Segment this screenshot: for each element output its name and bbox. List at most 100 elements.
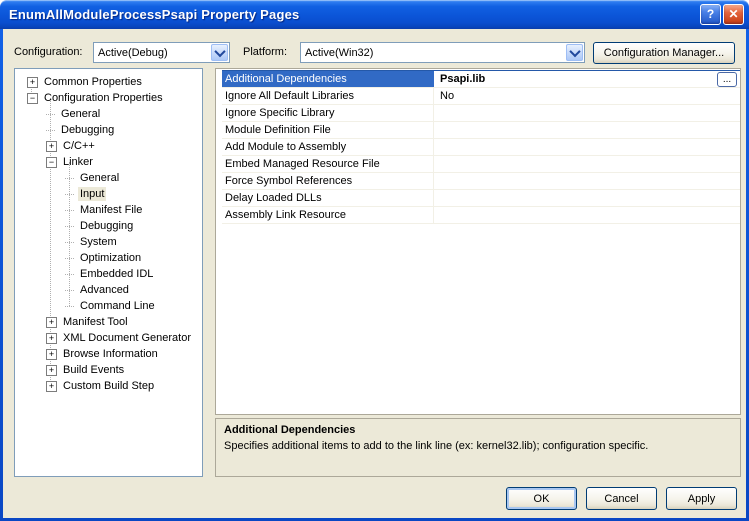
tree-expand-plus-icon[interactable]: + xyxy=(46,348,57,360)
ellipsis-button[interactable]: ... xyxy=(717,72,737,87)
dialog-client-area: Configuration: Active(Debug) Platform: A… xyxy=(3,29,746,518)
tree-item-embedded-idl[interactable]: Embedded IDL xyxy=(15,266,202,282)
property-value[interactable] xyxy=(434,173,740,189)
platform-dropdown[interactable]: Active(Win32) xyxy=(300,42,585,63)
tree-expand-plus-icon[interactable]: + xyxy=(46,380,57,392)
tree-item-advanced[interactable]: Advanced xyxy=(15,282,202,298)
tree-item-optimization[interactable]: Optimization xyxy=(15,250,202,266)
tree-item-label: Configuration Properties xyxy=(44,92,163,104)
tree-item-label: Custom Build Step xyxy=(63,380,155,392)
configuration-manager-button[interactable]: Configuration Manager... xyxy=(593,42,735,64)
property-row-embed-managed-resource-file[interactable]: Embed Managed Resource File xyxy=(222,156,740,173)
property-name: Ignore All Default Libraries xyxy=(222,88,434,104)
property-row-ignore-specific-library[interactable]: Ignore Specific Library xyxy=(222,105,740,122)
property-name: Assembly Link Resource xyxy=(222,207,434,223)
chevron-down-icon[interactable] xyxy=(211,44,228,61)
tree-item-label: General xyxy=(61,108,101,120)
property-value[interactable] xyxy=(434,190,740,206)
tree-item-general[interactable]: General xyxy=(15,170,202,186)
tree-item-xml-document-generator[interactable]: + XML Document Generator xyxy=(15,330,202,346)
property-name: Force Symbol References xyxy=(222,173,434,189)
chevron-down-icon[interactable] xyxy=(566,44,583,61)
tree-item-debugging[interactable]: Debugging xyxy=(15,218,202,234)
property-value[interactable] xyxy=(434,122,740,138)
property-row-force-symbol-references[interactable]: Force Symbol References xyxy=(222,173,740,190)
tree-view[interactable]: + Common Properties − Configuration Propert… xyxy=(14,68,203,477)
tree-item-command-line[interactable]: Command Line xyxy=(15,298,202,314)
tree-expand-plus-icon[interactable]: + xyxy=(27,76,38,88)
tree-item-c-c[interactable]: + C/C++ xyxy=(15,138,202,154)
tree-item-label: Advanced xyxy=(80,284,129,296)
platform-label: Platform: xyxy=(243,46,288,58)
tree-item-label: Linker xyxy=(63,156,93,168)
tree-connector xyxy=(65,305,74,307)
tree-expand-plus-icon[interactable]: + xyxy=(46,140,57,152)
configuration-dropdown-value: Active(Debug) xyxy=(98,46,168,59)
tree-expand-plus-icon[interactable]: + xyxy=(46,332,57,344)
apply-button[interactable]: Apply xyxy=(666,487,737,510)
tree-item-browse-information[interactable]: + Browse Information xyxy=(15,346,202,362)
cancel-button[interactable]: Cancel xyxy=(586,487,657,510)
tree-item-label: Common Properties xyxy=(44,76,142,88)
ok-button[interactable]: OK xyxy=(506,487,577,510)
tree-connector xyxy=(65,193,74,195)
tree-expand-plus-icon[interactable]: + xyxy=(46,364,57,376)
tree-connector xyxy=(65,241,74,243)
tree-item-label: C/C++ xyxy=(63,140,95,152)
property-value[interactable] xyxy=(434,105,740,121)
tree-collapse-minus-icon[interactable]: − xyxy=(46,156,57,168)
property-name: Delay Loaded DLLs xyxy=(222,190,434,206)
tree-item-common-properties[interactable]: + Common Properties xyxy=(15,74,202,90)
property-row-delay-loaded-dlls[interactable]: Delay Loaded DLLs xyxy=(222,190,740,207)
tree-connector xyxy=(65,225,74,227)
tree-item-label: System xyxy=(80,236,117,248)
property-name: Additional Dependencies xyxy=(222,71,434,87)
property-value[interactable]: No xyxy=(434,88,740,104)
tree-item-label: Build Events xyxy=(63,364,125,376)
tree-item-label: Debugging xyxy=(80,220,134,232)
tree-item-linker[interactable]: − Linker xyxy=(15,154,202,170)
tree-item-system[interactable]: System xyxy=(15,234,202,250)
tree-connector xyxy=(65,257,74,259)
tree-item-label: XML Document Generator xyxy=(63,332,191,344)
tree-item-manifest-tool[interactable]: + Manifest Tool xyxy=(15,314,202,330)
property-grid[interactable]: Additional Dependencies Psapi.lib... Ignor… xyxy=(215,68,741,415)
tree-item-general[interactable]: General xyxy=(15,106,202,122)
tree-expand-plus-icon[interactable]: + xyxy=(46,316,57,328)
close-button[interactable]: ✕ xyxy=(723,4,744,25)
property-row-ignore-all-default-libraries[interactable]: Ignore All Default Libraries No xyxy=(222,88,740,105)
tree-item-custom-build-step[interactable]: + Custom Build Step xyxy=(15,378,202,394)
property-value[interactable]: Psapi.lib xyxy=(434,71,740,87)
tree-item-build-events[interactable]: + Build Events xyxy=(15,362,202,378)
tree-connector xyxy=(46,129,55,131)
property-row-module-definition-file[interactable]: Module Definition File xyxy=(222,122,740,139)
platform-dropdown-value: Active(Win32) xyxy=(305,46,374,59)
configuration-label: Configuration: xyxy=(14,46,83,58)
property-value[interactable] xyxy=(434,139,740,155)
tree-item-input[interactable]: Input xyxy=(15,186,202,202)
help-button[interactable]: ? xyxy=(700,4,721,25)
tree-item-label: Debugging xyxy=(61,124,115,136)
chevron-glyph xyxy=(213,45,226,57)
tree-item-label: Input xyxy=(78,187,107,201)
configuration-dropdown[interactable]: Active(Debug) xyxy=(93,42,230,63)
property-row-assembly-link-resource[interactable]: Assembly Link Resource xyxy=(222,207,740,224)
property-row-add-module-to-assembly[interactable]: Add Module to Assembly xyxy=(222,139,740,156)
tree-item-debugging[interactable]: Debugging xyxy=(15,122,202,138)
property-value[interactable] xyxy=(434,156,740,172)
property-row-additional-dependencies[interactable]: Additional Dependencies Psapi.lib... xyxy=(222,70,740,88)
titlebar[interactable]: EnumAllModuleProcessPsapi Property Pages… xyxy=(0,0,749,29)
tree-collapse-minus-icon[interactable]: − xyxy=(27,92,38,104)
property-name: Add Module to Assembly xyxy=(222,139,434,155)
close-icon: ✕ xyxy=(728,7,739,21)
tree-item-manifest-file[interactable]: Manifest File xyxy=(15,202,202,218)
property-value[interactable] xyxy=(434,207,740,223)
tree-item-configuration-properties[interactable]: − Configuration Properties xyxy=(15,90,202,106)
tree-item-label: Manifest File xyxy=(80,204,143,216)
description-panel: Additional Dependencies Specifies additi… xyxy=(215,418,741,477)
titlebar-buttons: ? ✕ xyxy=(700,4,744,25)
tree-connector xyxy=(65,177,74,179)
tree-item-label: Command Line xyxy=(80,300,155,312)
tree-item-label: Optimization xyxy=(80,252,142,264)
tree-connector xyxy=(65,273,74,275)
